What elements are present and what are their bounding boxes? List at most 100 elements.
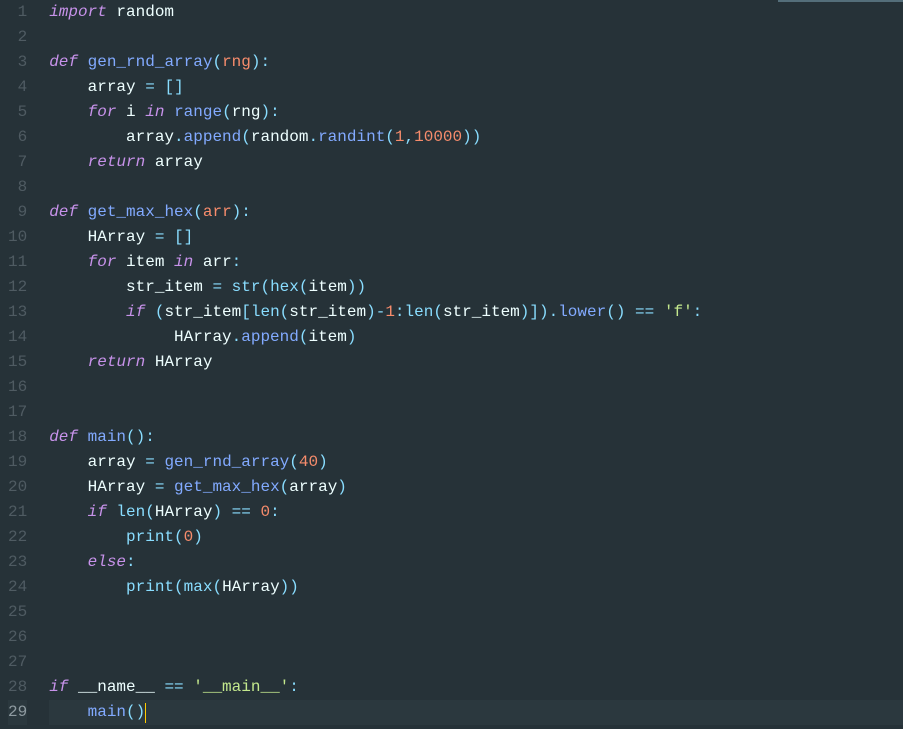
code-line[interactable]: str_item = str(hex(item)) — [49, 275, 903, 300]
line-number: 4 — [8, 75, 27, 100]
code-token: : — [395, 303, 405, 321]
code-token — [136, 103, 146, 121]
code-token: ( — [241, 128, 251, 146]
line-number: 1 — [8, 0, 27, 25]
code-token: . — [232, 328, 242, 346]
code-token — [49, 503, 87, 521]
code-token: str_item — [289, 303, 366, 321]
code-line[interactable]: array.append(random.randint(1,10000)) — [49, 125, 903, 150]
code-line[interactable] — [49, 650, 903, 675]
code-token: = — [145, 78, 155, 96]
code-line[interactable]: for i in range(rng): — [49, 100, 903, 125]
code-token: return — [88, 153, 146, 171]
code-token — [78, 428, 88, 446]
line-number: 25 — [8, 600, 27, 625]
code-token — [49, 478, 87, 496]
code-line[interactable]: def main(): — [49, 425, 903, 450]
code-token — [49, 128, 126, 146]
code-token — [49, 78, 87, 96]
code-token: : — [289, 678, 299, 696]
code-token: else — [88, 553, 126, 571]
code-line[interactable] — [49, 25, 903, 50]
code-line[interactable] — [49, 175, 903, 200]
code-token — [625, 303, 635, 321]
code-token — [116, 253, 126, 271]
code-token: array — [88, 78, 136, 96]
code-line[interactable]: HArray = get_max_hex(array) — [49, 475, 903, 500]
code-token: ( — [193, 203, 203, 221]
code-token: ) — [212, 503, 222, 521]
code-token: HArray — [222, 578, 280, 596]
code-token — [164, 253, 174, 271]
code-token — [136, 453, 146, 471]
code-line[interactable]: if __name__ == '__main__': — [49, 675, 903, 700]
code-line[interactable]: for item in arr: — [49, 250, 903, 275]
line-number: 14 — [8, 325, 27, 350]
code-token: : — [126, 553, 136, 571]
code-token — [49, 353, 87, 371]
code-token: ) — [347, 278, 357, 296]
code-token: import — [49, 3, 107, 21]
line-number: 18 — [8, 425, 27, 450]
line-number: 8 — [8, 175, 27, 200]
code-token — [49, 528, 126, 546]
code-line[interactable]: array = [] — [49, 75, 903, 100]
code-line[interactable]: HArray = [] — [49, 225, 903, 250]
line-number: 7 — [8, 150, 27, 175]
code-line[interactable] — [49, 375, 903, 400]
code-token: : — [270, 503, 280, 521]
code-token: ] — [174, 78, 184, 96]
line-number: 10 — [8, 225, 27, 250]
code-line[interactable]: import random — [49, 0, 903, 25]
code-line[interactable]: def get_max_hex(arr): — [49, 200, 903, 225]
line-number: 21 — [8, 500, 27, 525]
code-line[interactable]: print(max(HArray)) — [49, 575, 903, 600]
line-number: 13 — [8, 300, 27, 325]
code-token — [222, 278, 232, 296]
code-token: . — [174, 128, 184, 146]
code-token: 40 — [299, 453, 318, 471]
code-token — [203, 278, 213, 296]
code-area[interactable]: import random def gen_rnd_array(rng): arr… — [45, 0, 903, 729]
code-token: len — [405, 303, 434, 321]
code-token: ) — [616, 303, 626, 321]
code-line[interactable]: array = gen_rnd_array(40) — [49, 450, 903, 475]
code-line[interactable]: print(0) — [49, 525, 903, 550]
code-token — [107, 3, 117, 21]
code-token: '__main__' — [193, 678, 289, 696]
code-token: HArray — [174, 328, 232, 346]
code-line[interactable] — [49, 625, 903, 650]
code-token: . — [549, 303, 559, 321]
code-token: len — [251, 303, 280, 321]
line-number: 11 — [8, 250, 27, 275]
code-token: , — [405, 128, 415, 146]
code-token: ( — [289, 453, 299, 471]
code-token: ) — [232, 203, 242, 221]
code-editor[interactable]: 1234567891011121314151617181920212223242… — [0, 0, 903, 729]
code-line[interactable]: if (str_item[len(str_item)-1:len(str_ite… — [49, 300, 903, 325]
code-line[interactable]: return array — [49, 150, 903, 175]
code-token: def — [49, 428, 78, 446]
code-line[interactable] — [49, 400, 903, 425]
code-token: array — [88, 453, 136, 471]
code-token — [222, 503, 232, 521]
code-token — [145, 353, 155, 371]
code-line[interactable]: else: — [49, 550, 903, 575]
code-token: rng — [232, 103, 261, 121]
code-token — [78, 203, 88, 221]
code-line[interactable]: return HArray — [49, 350, 903, 375]
line-number: 5 — [8, 100, 27, 125]
line-number: 26 — [8, 625, 27, 650]
minimap-indicator — [778, 0, 903, 2]
code-line[interactable]: main() — [49, 700, 903, 725]
code-token: hex — [270, 278, 299, 296]
code-line[interactable]: def gen_rnd_array(rng): — [49, 50, 903, 75]
code-line[interactable]: HArray.append(item) — [49, 325, 903, 350]
code-line[interactable] — [49, 600, 903, 625]
code-line[interactable]: if len(HArray) == 0: — [49, 500, 903, 525]
code-token: __name__ — [78, 678, 155, 696]
code-token — [145, 153, 155, 171]
code-token: ) — [289, 578, 299, 596]
code-token — [49, 278, 126, 296]
code-token — [145, 303, 155, 321]
